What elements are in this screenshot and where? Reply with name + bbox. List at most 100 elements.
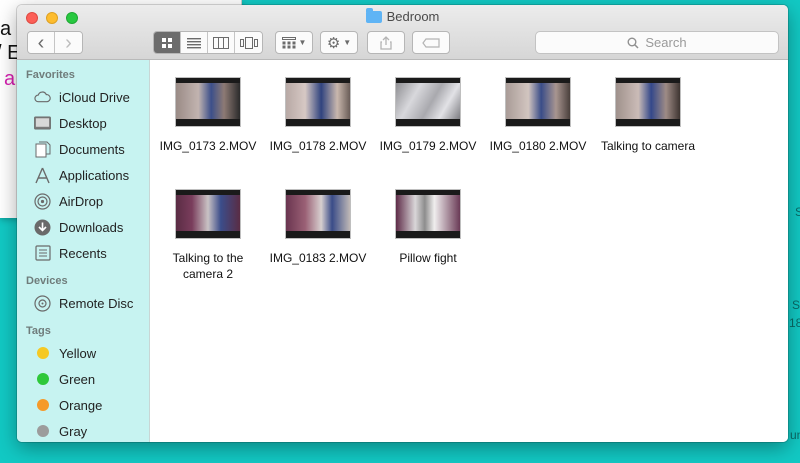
- file-name: Talking to camera: [600, 139, 696, 153]
- file-grid[interactable]: IMG_0173 2.MOV IMG_0178 2.MOV IMG_0179 2…: [151, 60, 788, 442]
- sidebar-item-icloud-drive[interactable]: iCloud Drive: [17, 84, 149, 110]
- sidebar-item-tag-green[interactable]: Green: [17, 366, 149, 392]
- sidebar-item-label: Documents: [59, 141, 125, 157]
- documents-icon: [34, 141, 51, 158]
- video-thumbnail: [286, 190, 350, 238]
- sidebar-item-tag-gray[interactable]: Gray: [17, 418, 149, 442]
- downloads-icon: [34, 219, 51, 236]
- sidebar-item-label: Green: [59, 371, 96, 387]
- favorites-header: Favorites: [26, 69, 75, 81]
- file-name: IMG_0173 2.MOV: [159, 139, 257, 153]
- chevron-left-icon: ‹: [37, 31, 45, 54]
- recents-icon: [34, 245, 51, 262]
- applications-icon: [34, 167, 51, 184]
- file-name: Pillow fight: [399, 251, 457, 265]
- video-thumbnail: [396, 78, 460, 126]
- navigation-buttons: ‹ ›: [27, 31, 83, 54]
- tag-icon: [422, 37, 440, 48]
- chevron-down-icon: ▼: [343, 38, 352, 47]
- file-item[interactable]: Talking to camera: [594, 78, 702, 154]
- window-title: Bedroom: [17, 7, 788, 24]
- sidebar-item-airdrop[interactable]: AirDrop: [17, 188, 149, 214]
- desktop-fragment: S: [792, 298, 800, 312]
- tag-color-icon: [37, 399, 49, 411]
- sidebar-item-label: Downloads: [59, 219, 124, 235]
- sidebar-item-tag-orange[interactable]: Orange: [17, 392, 149, 418]
- forward-button[interactable]: ›: [55, 32, 82, 53]
- sidebar-item-remote-disc[interactable]: Remote Disc: [17, 290, 149, 316]
- chevron-down-icon: ▼: [298, 38, 307, 47]
- share-button[interactable]: [367, 31, 405, 54]
- sidebar-item-documents[interactable]: Documents: [17, 136, 149, 162]
- video-thumbnail: [176, 78, 240, 126]
- disc-icon: [34, 294, 51, 312]
- title-bar[interactable]: Bedroom ‹ › ▼ ⚙ ▼ Search: [17, 5, 788, 60]
- file-name: IMG_0179 2.MOV: [379, 139, 477, 153]
- sidebar: Favorites iCloud Drive Desktop Documents…: [17, 60, 150, 442]
- gear-icon: ⚙: [326, 34, 341, 52]
- desktop-fragment: 18: [789, 316, 800, 330]
- desktop-fragment: un: [790, 428, 800, 442]
- grid-icon: [162, 37, 172, 48]
- sidebar-item-label: Orange: [59, 397, 103, 413]
- file-name: Talking to the camera 2: [172, 251, 244, 281]
- video-thumbnail: [176, 190, 240, 238]
- sidebar-item-recents[interactable]: Recents: [17, 240, 149, 266]
- tag-color-icon: [37, 425, 49, 437]
- share-icon: [380, 35, 392, 50]
- file-item[interactable]: IMG_0183 2.MOV: [264, 190, 372, 266]
- chevron-right-icon: ›: [65, 31, 72, 54]
- video-thumbnail: [286, 78, 350, 126]
- tag-color-icon: [37, 347, 49, 359]
- devices-header: Devices: [26, 275, 68, 287]
- video-thumbnail: [616, 78, 680, 126]
- view-mode-control: [153, 31, 263, 54]
- background-text-1: a: [0, 18, 12, 40]
- sidebar-item-label: Desktop: [59, 115, 107, 131]
- list-view-button[interactable]: [181, 32, 208, 53]
- back-button[interactable]: ‹: [28, 32, 55, 53]
- columns-icon: [213, 36, 229, 49]
- file-item[interactable]: IMG_0180 2.MOV: [484, 78, 592, 154]
- sidebar-item-label: iCloud Drive: [59, 89, 130, 105]
- sidebar-item-desktop[interactable]: Desktop: [17, 110, 149, 136]
- desktop-icon: [34, 115, 51, 132]
- list-icon: [187, 37, 201, 48]
- file-name: IMG_0183 2.MOV: [269, 251, 367, 265]
- gallery-view-button[interactable]: [235, 32, 262, 53]
- sidebar-item-label: Applications: [59, 167, 130, 183]
- background-text-3: a: [4, 68, 16, 90]
- file-item[interactable]: Pillow fight: [374, 190, 482, 266]
- finder-window[interactable]: Bedroom ‹ › ▼ ⚙ ▼ Search Favorites iClou…: [17, 5, 788, 442]
- tag-color-icon: [37, 373, 49, 385]
- file-item[interactable]: IMG_0178 2.MOV: [264, 78, 372, 154]
- desktop-fragment: S: [795, 205, 800, 219]
- edit-tags-button[interactable]: [412, 31, 450, 54]
- search-placeholder: Search: [645, 35, 687, 50]
- video-thumbnail: [506, 78, 570, 126]
- arrange-button[interactable]: ▼: [275, 31, 313, 54]
- sidebar-item-label: AirDrop: [59, 193, 104, 209]
- sidebar-item-label: Yellow: [59, 345, 97, 361]
- sidebar-item-label: Gray: [59, 423, 88, 439]
- file-item[interactable]: IMG_0173 2.MOV: [154, 78, 262, 154]
- airdrop-icon: [34, 192, 51, 210]
- cover-flow-icon: [239, 36, 258, 49]
- sidebar-item-tag-yellow[interactable]: Yellow: [17, 340, 149, 366]
- sidebar-item-label: Recents: [59, 245, 107, 261]
- icon-view-button[interactable]: [154, 32, 181, 53]
- cloud-icon: [34, 89, 51, 106]
- sidebar-item-applications[interactable]: Applications: [17, 162, 149, 188]
- tags-header: Tags: [26, 325, 51, 337]
- window-title-text: Bedroom: [386, 9, 440, 24]
- search-field[interactable]: Search: [535, 31, 779, 54]
- sidebar-item-downloads[interactable]: Downloads: [17, 214, 149, 240]
- video-thumbnail: [396, 190, 460, 238]
- sidebar-item-label: Remote Disc: [59, 295, 134, 311]
- arrange-grid-icon: [281, 36, 296, 48]
- action-button[interactable]: ⚙ ▼: [320, 31, 358, 54]
- file-name: IMG_0180 2.MOV: [489, 139, 587, 153]
- file-item[interactable]: IMG_0179 2.MOV: [374, 78, 482, 154]
- file-item[interactable]: Talking to the camera 2: [154, 190, 262, 282]
- column-view-button[interactable]: [208, 32, 235, 53]
